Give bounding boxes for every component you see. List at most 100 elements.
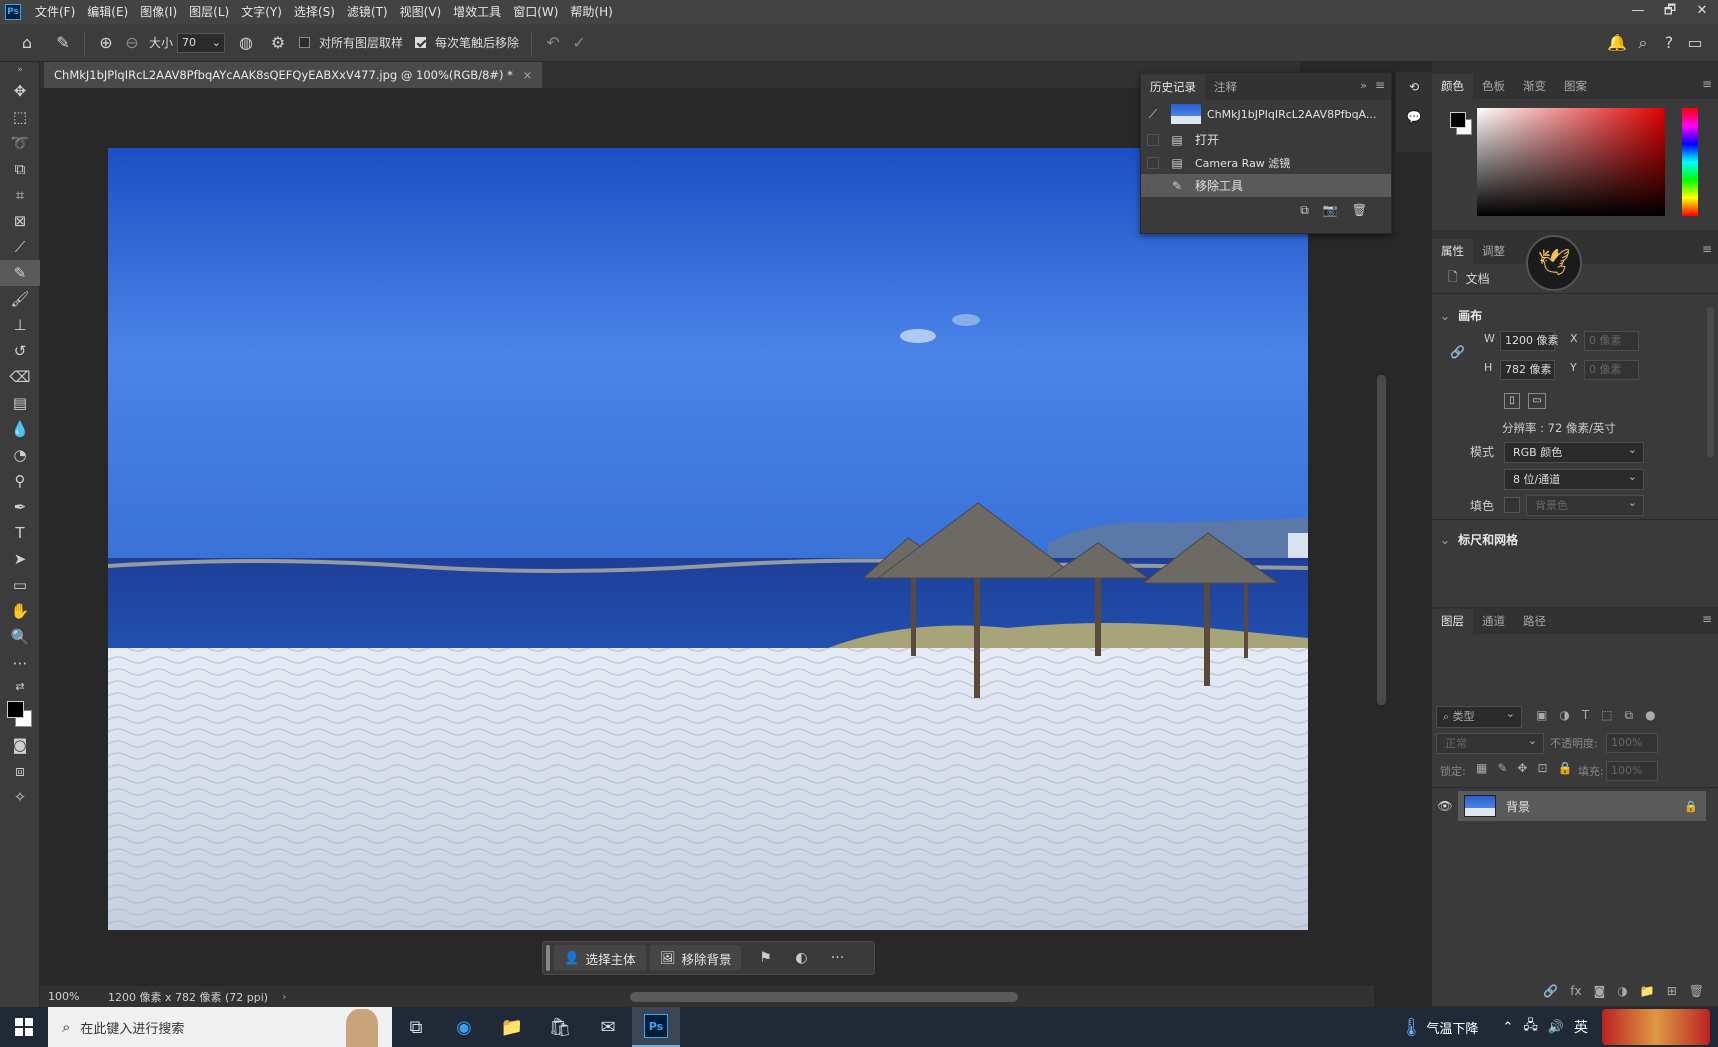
menu-layer[interactable]: 图层(L) xyxy=(183,0,235,24)
link-dimensions-icon[interactable]: 🔗 xyxy=(1450,345,1465,359)
pixel-filter-icon[interactable]: ▣ xyxy=(1536,708,1547,723)
menu-window[interactable]: 窗口(W) xyxy=(507,0,564,24)
vertical-scrollbar[interactable] xyxy=(1377,375,1386,705)
pin-icon[interactable]: ⚑ xyxy=(747,950,783,966)
history-step[interactable]: ▤ 打开 xyxy=(1141,128,1391,151)
smartobject-filter-icon[interactable]: ⧉ xyxy=(1625,708,1634,723)
hand-tool-icon[interactable]: ✋ xyxy=(0,598,40,624)
search-icon[interactable]: ⌕ xyxy=(1630,30,1656,56)
canvas-section-header[interactable]: ⌄ 画布 xyxy=(1440,307,1482,324)
tab-patterns[interactable]: 图案 xyxy=(1555,74,1596,99)
edge-browser-icon[interactable]: ◉ xyxy=(440,1007,488,1047)
new-document-from-state-icon[interactable]: ⧉ xyxy=(1300,203,1309,218)
gradient-tool-icon[interactable]: ▤ xyxy=(0,390,40,416)
move-tool-icon[interactable]: ✥ xyxy=(0,78,40,104)
tab-adjustments[interactable]: 调整 xyxy=(1473,239,1514,264)
workspace-icon[interactable]: ▭ xyxy=(1682,30,1708,56)
tab-notes[interactable]: 注释 xyxy=(1205,75,1246,100)
collapse-arrows-icon[interactable]: » xyxy=(0,62,40,78)
color-mode-select[interactable]: RGB 颜色 xyxy=(1504,440,1644,463)
input-method-indicator[interactable]: 英 xyxy=(1574,1017,1588,1037)
home-icon[interactable]: ⌂ xyxy=(14,30,40,56)
camera-snapshot-icon[interactable]: 📷 xyxy=(1323,203,1338,218)
height-field[interactable]: 782 像素 xyxy=(1500,360,1555,380)
zoom-level[interactable]: 100% xyxy=(48,990,98,1003)
filter-toggle-icon[interactable]: ● xyxy=(1645,708,1655,723)
x-field[interactable]: 0 像素 xyxy=(1584,331,1639,351)
undo-icon[interactable]: ↶ xyxy=(540,30,566,56)
history-source-checkbox[interactable] xyxy=(1147,133,1159,146)
layer-filter-select[interactable]: ⌕ 类型 xyxy=(1436,704,1522,728)
settings-gear-icon[interactable]: ⚙ xyxy=(265,30,291,56)
taskbar-search-box[interactable]: ⌕ 在此键入进行搜索 xyxy=(48,1007,392,1047)
history-source-checkbox[interactable] xyxy=(1147,156,1159,169)
color-field[interactable] xyxy=(1477,108,1665,216)
width-field[interactable]: 1200 像素 xyxy=(1500,331,1559,351)
photoshop-taskbar-button[interactable]: Ps xyxy=(632,1007,680,1047)
history-snapshot[interactable]: ⟋ ChMkJ1bJPIqIRcL2AAV8PfbqA... xyxy=(1141,100,1391,128)
history-step[interactable]: ▤ Camera Raw 滤镜 xyxy=(1141,151,1391,174)
subtract-mode-icon[interactable]: ⊖ xyxy=(119,30,145,56)
add-mode-icon[interactable]: ⊕ xyxy=(93,30,119,56)
path-select-tool-icon[interactable]: ➤ xyxy=(0,546,40,572)
menu-plugins[interactable]: 增效工具 xyxy=(447,0,507,24)
eyedropper-tool-icon[interactable]: ⟋ xyxy=(0,234,40,260)
foreground-color-swatch[interactable] xyxy=(7,701,24,718)
tab-history[interactable]: 历史记录 xyxy=(1141,75,1205,100)
link-layers-icon[interactable]: 🔗 xyxy=(1543,984,1558,998)
status-menu-arrow-icon[interactable]: › xyxy=(282,990,286,1003)
panel-menu-icon[interactable]: ≡ xyxy=(1702,77,1712,91)
menu-filter[interactable]: 滤镜(T) xyxy=(341,0,394,24)
eraser-tool-icon[interactable]: ⌫ xyxy=(0,364,40,390)
zoom-tool-icon[interactable]: 🔍 xyxy=(0,624,40,650)
commit-check-icon[interactable]: ✓ xyxy=(566,30,592,56)
comments-icon[interactable]: 💬 xyxy=(1396,102,1432,132)
remove-background-button[interactable]: 🖼 移除背景 xyxy=(649,945,742,971)
adjustment-layer-icon[interactable]: ◑ xyxy=(1617,984,1627,998)
lock-pixels-icon[interactable]: ✎ xyxy=(1497,761,1507,775)
type-filter-icon[interactable]: T xyxy=(1582,708,1589,723)
document-tab[interactable]: ChMkJ1bJPlqIRcL2AAV8PfbqAYcAAK8sQEFQyEAB… xyxy=(44,62,543,88)
y-field[interactable]: 0 像素 xyxy=(1584,360,1639,380)
tray-chevron-up-icon[interactable]: ⌃ xyxy=(1502,1020,1513,1035)
more-options-icon[interactable]: ··· xyxy=(819,950,855,966)
tab-swatches[interactable]: 色板 xyxy=(1473,74,1514,99)
history-brush-tool-icon[interactable]: ↺ xyxy=(0,338,40,364)
fill-color-swatch[interactable] xyxy=(1504,497,1520,513)
color-swatches[interactable] xyxy=(0,696,40,732)
swap-colors-icon[interactable]: ⇄ xyxy=(0,676,40,696)
new-group-icon[interactable]: 📁 xyxy=(1640,984,1655,998)
contrast-icon[interactable]: ◐ xyxy=(783,950,819,966)
tab-gradients[interactable]: 渐变 xyxy=(1514,74,1555,99)
remove-after-stroke-checkbox[interactable] xyxy=(415,37,427,48)
pressure-icon[interactable]: ◍ xyxy=(233,30,259,56)
lock-artboard-icon[interactable]: ⊡ xyxy=(1537,761,1547,775)
blur-tool-icon[interactable]: 💧 xyxy=(0,416,40,442)
shape-filter-icon[interactable]: ⬚ xyxy=(1601,708,1612,723)
history-brush-source-icon[interactable]: ⟋ xyxy=(1145,107,1161,122)
layer-row-background[interactable]: 👁 背景 🔒 xyxy=(1432,791,1706,821)
menu-file[interactable]: 文件(F) xyxy=(29,0,81,24)
volume-icon[interactable]: 🔊 xyxy=(1548,1020,1564,1035)
windows-start-icon[interactable] xyxy=(0,1007,48,1047)
brush-tool-icon[interactable]: 🖌 xyxy=(0,286,40,312)
menu-edit[interactable]: 编辑(E) xyxy=(81,0,134,24)
lock-all-icon[interactable]: 🔒 xyxy=(1558,761,1573,775)
panel-menu-icon[interactable]: ≡ xyxy=(1702,612,1712,626)
fx-icon[interactable]: fx xyxy=(1570,984,1581,998)
expand-icon[interactable]: » xyxy=(1360,79,1367,92)
remove-tool-preset-icon[interactable]: ✎ xyxy=(50,30,76,56)
menu-select[interactable]: 选择(S) xyxy=(288,0,341,24)
adjustment-filter-icon[interactable]: ◑ xyxy=(1559,708,1569,723)
weather-text[interactable]: 气温下降 xyxy=(1426,1018,1478,1037)
portrait-orientation-icon[interactable]: ▯ xyxy=(1504,393,1520,409)
eye-visibility-icon[interactable]: 👁 xyxy=(1432,799,1458,813)
zoom-lens-tool-icon[interactable]: ⚲ xyxy=(0,468,40,494)
horizontal-scrollbar[interactable] xyxy=(630,992,1018,1002)
tab-channels[interactable]: 通道 xyxy=(1473,609,1514,634)
close-window-button[interactable]: ✕ xyxy=(1686,0,1718,24)
rulers-section-header[interactable]: ⌄ 标尺和网格 xyxy=(1440,531,1518,548)
pen-tool-icon[interactable]: ✒ xyxy=(0,494,40,520)
history-step-selected[interactable]: ✎ 移除工具 xyxy=(1141,174,1391,197)
beach-photo-canvas[interactable] xyxy=(108,148,1308,930)
